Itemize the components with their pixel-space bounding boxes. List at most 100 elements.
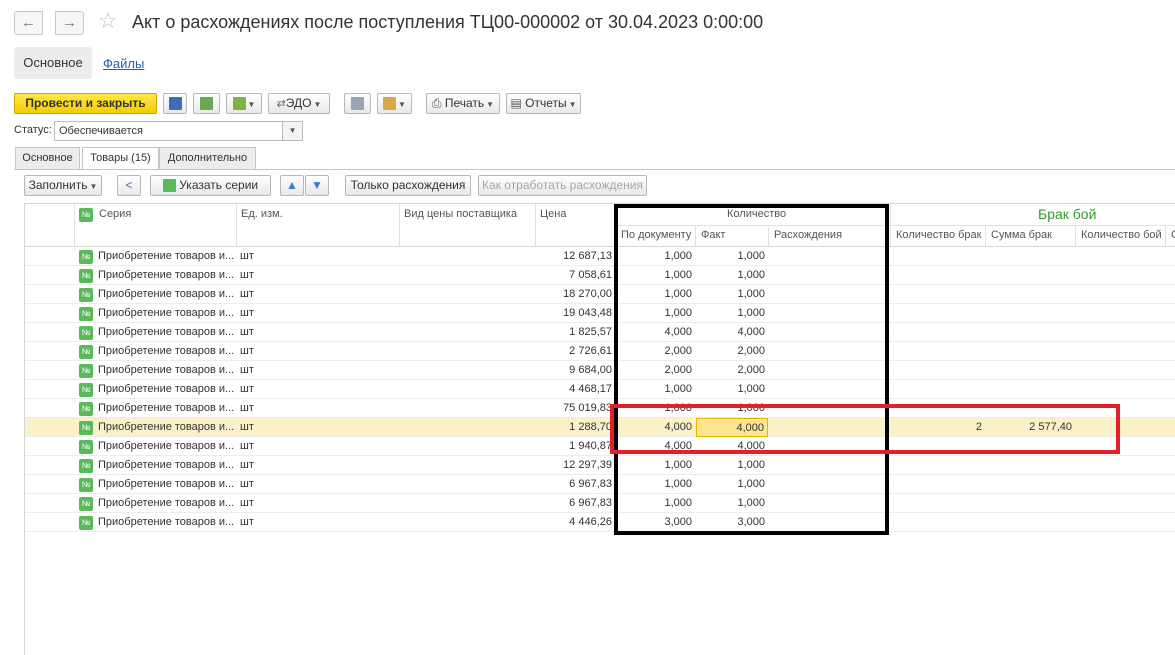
cell-diffs[interactable] xyxy=(768,266,890,285)
cell-qty-brak[interactable] xyxy=(890,399,985,418)
cell-by-document[interactable]: 1,000 xyxy=(615,475,695,494)
cell-sum-brak[interactable] xyxy=(985,285,1075,304)
cell-sum-brak[interactable]: 2 577,40 xyxy=(985,418,1075,437)
cell-price[interactable]: 6 967,83 xyxy=(535,475,615,494)
table-row[interactable]: № Приобретение товаров и... шт 4 468,17 1,00… xyxy=(25,380,1175,399)
cell-qty-boy[interactable] xyxy=(1075,361,1165,380)
cell-unit[interactable]: шт xyxy=(240,513,300,532)
col-diffs[interactable]: Расхождения xyxy=(770,229,842,241)
cell-sum-brak[interactable] xyxy=(985,456,1075,475)
cell-series[interactable]: Приобретение товаров и... xyxy=(98,513,234,532)
cell-series[interactable]: Приобретение товаров и... xyxy=(98,475,234,494)
cell-by-document[interactable]: 1,000 xyxy=(615,494,695,513)
cell-by-document[interactable]: 3,000 xyxy=(615,513,695,532)
cell-qty-brak[interactable] xyxy=(890,304,985,323)
cell-series[interactable]: Приобретение товаров и... xyxy=(98,342,234,361)
cell-price[interactable]: 75 019,83 xyxy=(535,399,615,418)
print-button[interactable]: ⎙ Печать ▼ xyxy=(426,93,500,114)
cell-qty-brak[interactable] xyxy=(890,380,985,399)
table-row[interactable]: № Приобретение товаров и... шт 2 726,61 2,00… xyxy=(25,342,1175,361)
cell-by-document[interactable]: 1,000 xyxy=(615,456,695,475)
table-row[interactable]: № Приобретение товаров и... шт 9 684,00 2,00… xyxy=(25,361,1175,380)
table-row[interactable]: № Приобретение товаров и... шт 7 058,61 1,00… xyxy=(25,266,1175,285)
cell-qty-brak[interactable]: 2 xyxy=(890,418,985,437)
cell-qty-boy[interactable] xyxy=(1075,437,1165,456)
cell-price[interactable]: 7 058,61 xyxy=(535,266,615,285)
table-row[interactable]: № Приобретение товаров и... шт 6 967,83 1,00… xyxy=(25,475,1175,494)
cell-by-document[interactable]: 1,000 xyxy=(615,399,695,418)
cell-sum-brak[interactable] xyxy=(985,361,1075,380)
col-unit[interactable]: Ед. изм. xyxy=(237,208,283,220)
cell-diffs[interactable] xyxy=(768,456,890,475)
cell-sum-brak[interactable] xyxy=(985,437,1075,456)
cell-sum-brak[interactable] xyxy=(985,342,1075,361)
cell-price[interactable]: 9 684,00 xyxy=(535,361,615,380)
attachments-button[interactable]: ▼ xyxy=(377,93,412,114)
cell-qty-boy[interactable] xyxy=(1075,380,1165,399)
cell-qty-brak[interactable] xyxy=(890,475,985,494)
cell-unit[interactable]: шт xyxy=(240,342,300,361)
col-extra[interactable]: С xyxy=(1167,229,1175,241)
tab-additional[interactable]: Дополнительно xyxy=(159,147,256,169)
cell-price[interactable]: 2 726,61 xyxy=(535,342,615,361)
cell-qty-brak[interactable] xyxy=(890,361,985,380)
move-up-button[interactable]: ▲ xyxy=(280,175,304,196)
status-select[interactable]: Обеспечивается xyxy=(54,121,284,141)
cell-series[interactable]: Приобретение товаров и... xyxy=(98,437,234,456)
cell-qty-boy[interactable] xyxy=(1075,418,1165,437)
favorite-star-icon[interactable]: ☆ xyxy=(98,8,118,34)
cell-unit[interactable]: шт xyxy=(240,437,300,456)
fill-button[interactable]: Заполнить ▼ xyxy=(24,175,102,196)
cell-qty-boy[interactable] xyxy=(1075,323,1165,342)
table-row[interactable]: № Приобретение товаров и... шт 4 446,26 3,00… xyxy=(25,513,1175,532)
col-qty-boy[interactable]: Количество бой xyxy=(1077,229,1162,241)
cell-series[interactable]: Приобретение товаров и... xyxy=(98,418,234,437)
table-row[interactable]: № Приобретение товаров и... шт 12 687,13 1,0… xyxy=(25,247,1175,266)
cell-sum-brak[interactable] xyxy=(985,304,1075,323)
table-row[interactable]: № Приобретение товаров и... шт 75 019,83 1,0… xyxy=(25,399,1175,418)
cell-qty-boy[interactable] xyxy=(1075,247,1165,266)
cell-fact[interactable]: 4,000 xyxy=(696,437,768,456)
cell-unit[interactable]: шт xyxy=(240,418,300,437)
cell-qty-boy[interactable] xyxy=(1075,494,1165,513)
cell-qty-brak[interactable] xyxy=(890,266,985,285)
cell-diffs[interactable] xyxy=(768,361,890,380)
table-row[interactable]: № Приобретение товаров и... шт 1 825,57 4,00… xyxy=(25,323,1175,342)
cell-unit[interactable]: шт xyxy=(240,247,300,266)
cell-by-document[interactable]: 1,000 xyxy=(615,247,695,266)
cell-fact[interactable]: 1,000 xyxy=(696,380,768,399)
cell-diffs[interactable] xyxy=(768,285,890,304)
cell-fact[interactable]: 2,000 xyxy=(696,361,768,380)
cell-series[interactable]: Приобретение товаров и... xyxy=(98,304,234,323)
forward-button[interactable]: → xyxy=(55,11,84,35)
cell-fact[interactable]: 4,000 xyxy=(696,323,768,342)
cell-by-document[interactable]: 1,000 xyxy=(615,304,695,323)
cell-diffs[interactable] xyxy=(768,437,890,456)
table-row[interactable]: № Приобретение товаров и... шт 1 288,70 4,00… xyxy=(25,418,1175,437)
cell-price[interactable]: 6 967,83 xyxy=(535,494,615,513)
cell-qty-boy[interactable] xyxy=(1075,266,1165,285)
cell-unit[interactable]: шт xyxy=(240,304,300,323)
share-button[interactable]: < xyxy=(117,175,141,196)
cell-price[interactable]: 1 940,87 xyxy=(535,437,615,456)
cell-series[interactable]: Приобретение товаров и... xyxy=(98,285,234,304)
cell-unit[interactable]: шт xyxy=(240,399,300,418)
cell-series[interactable]: Приобретение товаров и... xyxy=(98,456,234,475)
cell-unit[interactable]: шт xyxy=(240,475,300,494)
move-down-button[interactable]: ▼ xyxy=(305,175,329,196)
cell-unit[interactable]: шт xyxy=(240,323,300,342)
cell-by-document[interactable]: 4,000 xyxy=(615,418,695,437)
cell-price[interactable]: 1 288,70 xyxy=(535,418,615,437)
tab-main[interactable]: Основное xyxy=(15,147,80,169)
cell-diffs[interactable] xyxy=(768,418,890,437)
cell-qty-boy[interactable] xyxy=(1075,342,1165,361)
cell-qty-brak[interactable] xyxy=(890,247,985,266)
cell-series[interactable]: Приобретение товаров и... xyxy=(98,380,234,399)
cell-qty-brak[interactable] xyxy=(890,494,985,513)
tab-goods[interactable]: Товары (15) xyxy=(82,147,159,170)
cell-unit[interactable]: шт xyxy=(240,494,300,513)
status-dropdown-button[interactable]: ▼ xyxy=(282,121,303,141)
cell-fact[interactable]: 2,000 xyxy=(696,342,768,361)
cell-diffs[interactable] xyxy=(768,475,890,494)
post-and-close-button[interactable]: Провести и закрыть xyxy=(14,93,157,114)
